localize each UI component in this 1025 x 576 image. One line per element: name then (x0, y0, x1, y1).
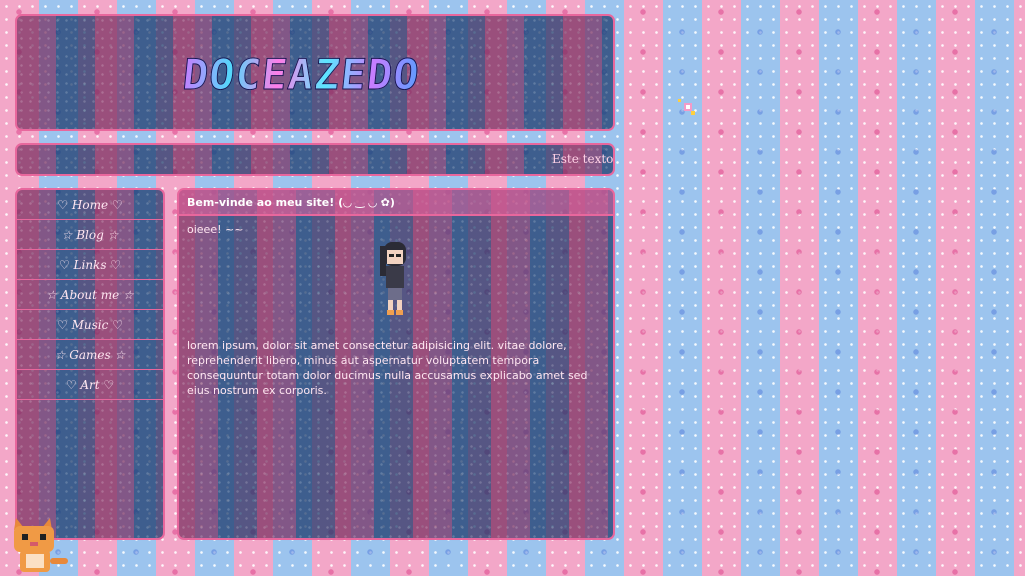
nav-item-blog[interactable]: ☆ Blog ☆ (17, 220, 163, 250)
nav-item-home[interactable]: ♡ Home ♡ (17, 190, 163, 220)
pixel-cat-image (14, 518, 68, 572)
nav-item-games[interactable]: ☆ Games ☆ (17, 340, 163, 370)
nav-item-links[interactable]: ♡ Links ♡ (17, 250, 163, 280)
marquee-bar: Este texto v (15, 143, 615, 176)
main-content: Bem-vinde ao meu site! (◡ ‿ ◡ ✿) oieee! … (177, 188, 615, 540)
nav-item-music[interactable]: ♡ Music ♡ (17, 310, 163, 340)
content-title: Bem-vinde ao meu site! (◡ ‿ ◡ ✿) (179, 190, 613, 216)
marquee-text: Este texto v (552, 152, 614, 166)
header-banner: DOCEAZEDO (15, 14, 615, 131)
site-logo[interactable]: DOCEAZEDO (180, 50, 423, 100)
nav-item-about-me[interactable]: ☆ About me ☆ (17, 280, 163, 310)
pixel-avatar-image (380, 242, 406, 315)
sidebar-nav: ♡ Home ♡ ☆ Blog ☆ ♡ Links ♡ ☆ About me ☆… (15, 188, 165, 540)
body-paragraph: lorem ipsum, dolor sit amet consectetur … (187, 339, 588, 397)
magic-wand-cursor-icon (678, 99, 695, 115)
nav-item-art[interactable]: ♡ Art ♡ (17, 370, 163, 400)
greeting-text: oieee! ~~ (187, 223, 244, 236)
